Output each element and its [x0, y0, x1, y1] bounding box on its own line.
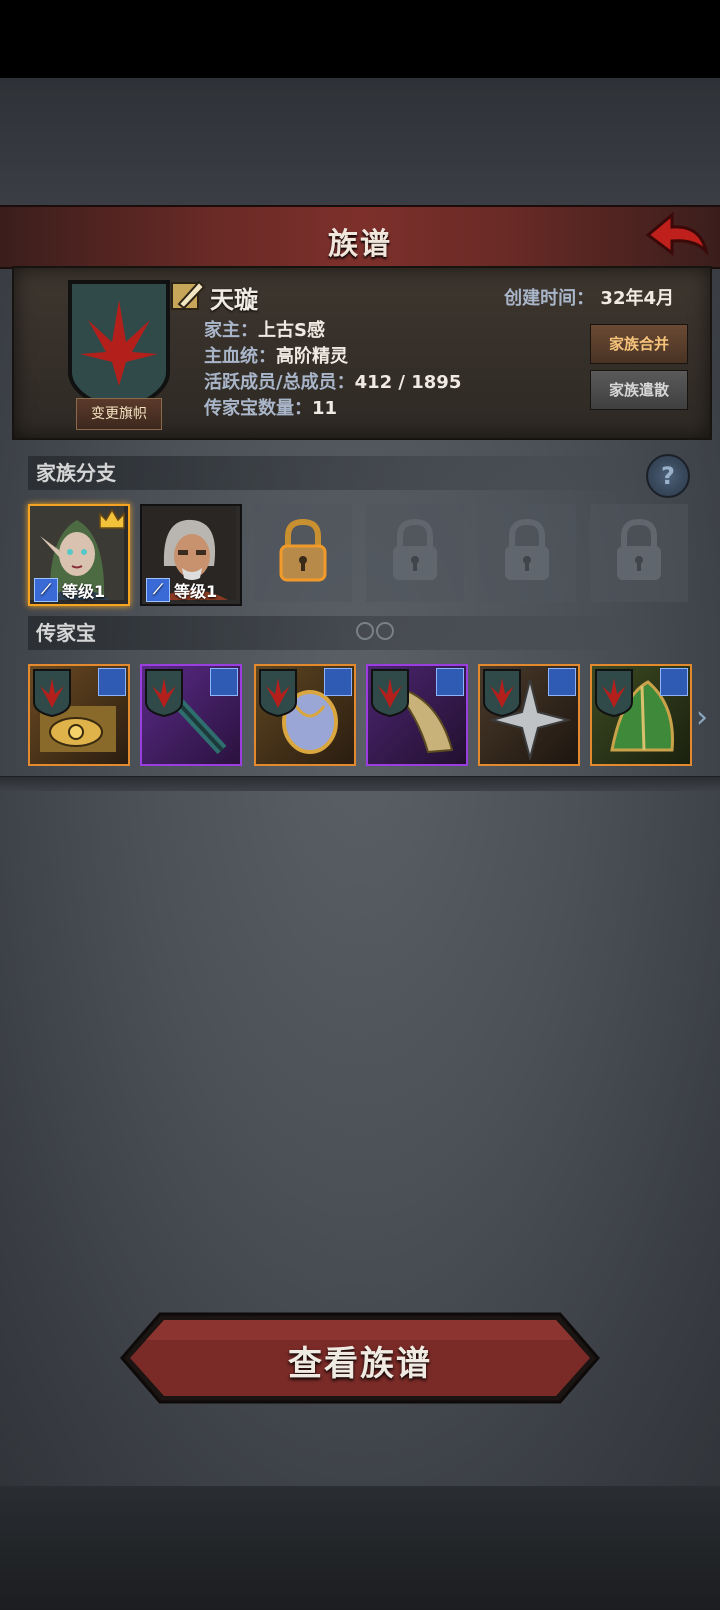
heirloom-count-label: 传家宝数量：	[204, 398, 312, 419]
clan-shield-icon	[259, 669, 297, 718]
padlock-icon	[617, 518, 661, 580]
page-dot	[356, 622, 374, 640]
person-icon	[548, 668, 576, 696]
member-level-text: 等级1	[62, 582, 106, 601]
section-divider	[0, 776, 720, 791]
heirloom-item-2[interactable]	[140, 664, 242, 766]
sword-icon: ⟋	[146, 578, 170, 602]
dissolve-clan-button[interactable]: 家族遣散	[590, 370, 688, 410]
branch-member-1[interactable]: ⟋ 等级1	[28, 504, 130, 606]
sword-icon: ⟋	[34, 578, 58, 602]
merge-clan-button[interactable]: 家族合并	[590, 324, 688, 364]
branch-slot-locked	[590, 504, 688, 602]
members-label: 活跃成员/总成员：	[204, 372, 355, 393]
created-label: 创建时间：	[504, 288, 595, 309]
bloodline-label: 主血统：	[204, 346, 276, 367]
bottom-backdrop	[0, 1486, 720, 1610]
clan-shield-icon	[595, 669, 633, 718]
heirloom-count-value: 11	[312, 398, 338, 419]
branch-slot-locked	[478, 504, 576, 602]
clan-shield-icon	[145, 669, 183, 718]
padlock-gold-icon	[279, 518, 327, 582]
scroll-right-arrow-icon[interactable]: ›	[696, 700, 708, 735]
clan-shield-icon	[33, 669, 71, 718]
person-icon	[98, 668, 126, 696]
heirloom-item-4[interactable]	[366, 664, 468, 766]
top-backdrop	[0, 78, 720, 208]
edit-name-icon[interactable]	[169, 276, 207, 314]
person-icon	[436, 668, 464, 696]
created-value: 32年4月	[600, 288, 674, 309]
person-icon	[210, 668, 238, 696]
branch-section-header: 家族分支	[28, 456, 636, 490]
member-level-text: 等级1	[174, 582, 218, 601]
page-dot	[376, 622, 394, 640]
clan-name: 天璇	[210, 286, 258, 314]
heirloom-item-6[interactable]	[590, 664, 692, 766]
heirloom-item-5[interactable]	[478, 664, 580, 766]
heirloom-section-header: 传家宝	[28, 616, 636, 650]
members-value: 412 / 1895	[354, 372, 462, 393]
bloodline-value: 高阶精灵	[276, 346, 348, 367]
member-level: ⟋ 等级1	[146, 578, 217, 602]
heirloom-count-line: 传家宝数量：11	[204, 394, 337, 420]
members-line: 活跃成员/总成员：412 / 1895	[204, 368, 461, 394]
padlock-icon	[505, 518, 549, 580]
title-bar: 族谱	[0, 205, 720, 269]
branch-member-2[interactable]: ⟋ 等级1	[140, 504, 242, 606]
back-button[interactable]	[644, 211, 710, 261]
heirloom-item-3[interactable]	[254, 664, 356, 766]
crown-icon	[99, 508, 125, 529]
clan-shield-icon	[483, 669, 521, 718]
heirloom-item-1[interactable]	[28, 664, 130, 766]
created-time: 创建时间： 32年4月	[504, 284, 674, 310]
leader-value: 上古S感	[258, 320, 325, 341]
clan-info-panel: 变更旗帜 天璇 创建时间： 32年4月 家主：上古S感 主血统：高阶精灵 活跃成…	[12, 266, 712, 440]
branch-slot-locked	[366, 504, 464, 602]
help-icon: ?	[661, 462, 675, 490]
back-arrow-icon	[645, 211, 709, 256]
person-icon	[660, 668, 688, 696]
leader-label: 家主：	[204, 320, 258, 341]
view-genealogy-button[interactable]	[120, 1312, 600, 1404]
clan-banner-icon	[68, 280, 170, 415]
branch-slot-unlockable[interactable]	[254, 504, 352, 602]
leader-line: 家主：上古S感	[204, 316, 325, 342]
bloodline-line: 主血统：高阶精灵	[204, 342, 348, 368]
page-indicator	[356, 622, 396, 644]
change-banner-button[interactable]: 变更旗帜	[76, 398, 162, 430]
page-title: 族谱	[328, 227, 392, 262]
person-icon	[324, 668, 352, 696]
help-button[interactable]: ?	[646, 454, 690, 498]
padlock-icon	[393, 518, 437, 580]
clan-shield-icon	[371, 669, 409, 718]
member-level: ⟋ 等级1	[34, 578, 105, 602]
